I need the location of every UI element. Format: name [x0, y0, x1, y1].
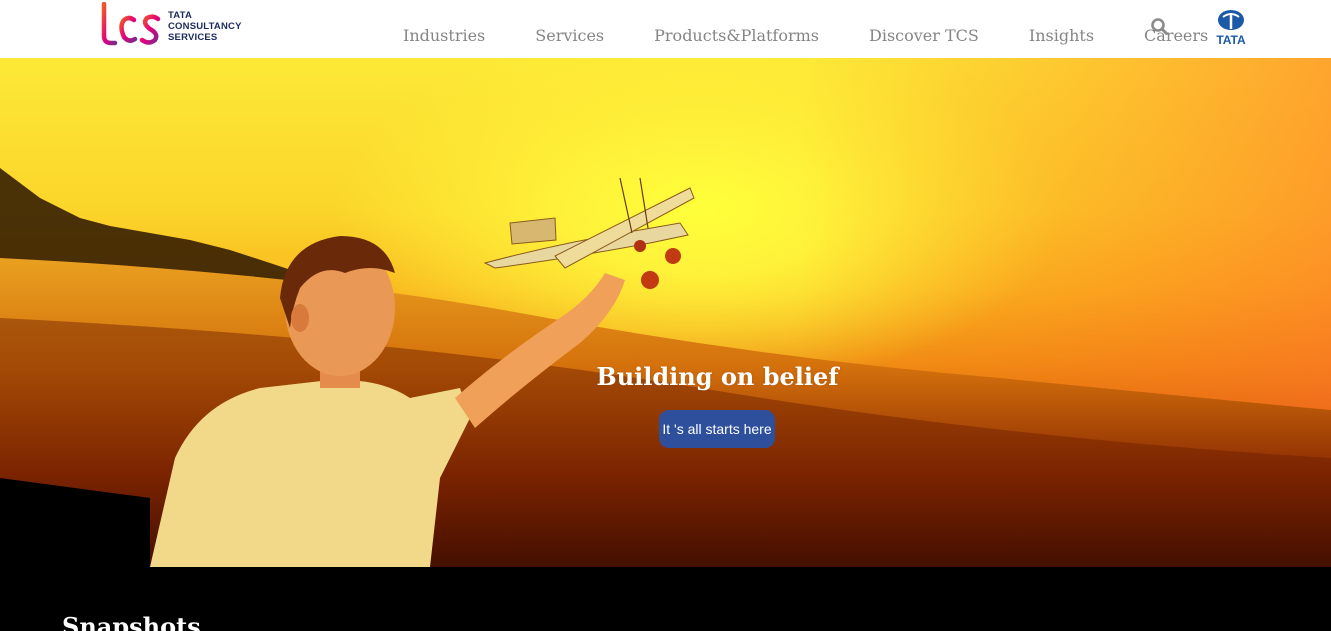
hero-image: [0, 58, 1331, 567]
snapshots-heading: Snapshots: [62, 612, 201, 631]
logo-line-services: SERVICES: [168, 32, 218, 43]
hero-banner: Building on belief It 's all starts here: [0, 58, 1331, 567]
nav-industries[interactable]: Industries: [403, 26, 485, 48]
tata-logo[interactable]: TATA: [1210, 8, 1252, 47]
logo-line-tata: TATA: [168, 10, 193, 21]
tcs-logo-text: TATA CONSULTANCY SERVICES: [168, 10, 242, 43]
nav-insights[interactable]: Insights: [1029, 26, 1094, 48]
main-nav: Industries Services Products&Platforms D…: [378, 26, 1258, 48]
search-icon[interactable]: [1150, 17, 1170, 37]
site-header: TATA CONSULTANCY SERVICES Industries Ser…: [0, 0, 1331, 58]
hero-cta-button[interactable]: It 's all starts here: [659, 410, 775, 448]
nav-services[interactable]: Services: [535, 26, 604, 48]
tcs-logo-mark: [96, 1, 161, 46]
tcs-logo[interactable]: TATA CONSULTANCY SERVICES: [96, 1, 242, 46]
nav-discover-tcs[interactable]: Discover TCS: [869, 26, 979, 48]
tata-logo-text: TATA: [1216, 33, 1246, 46]
hero-title: Building on belief: [596, 362, 839, 391]
nav-products-platforms[interactable]: Products&Platforms: [654, 26, 819, 48]
logo-line-consultancy: CONSULTANCY: [168, 21, 242, 32]
